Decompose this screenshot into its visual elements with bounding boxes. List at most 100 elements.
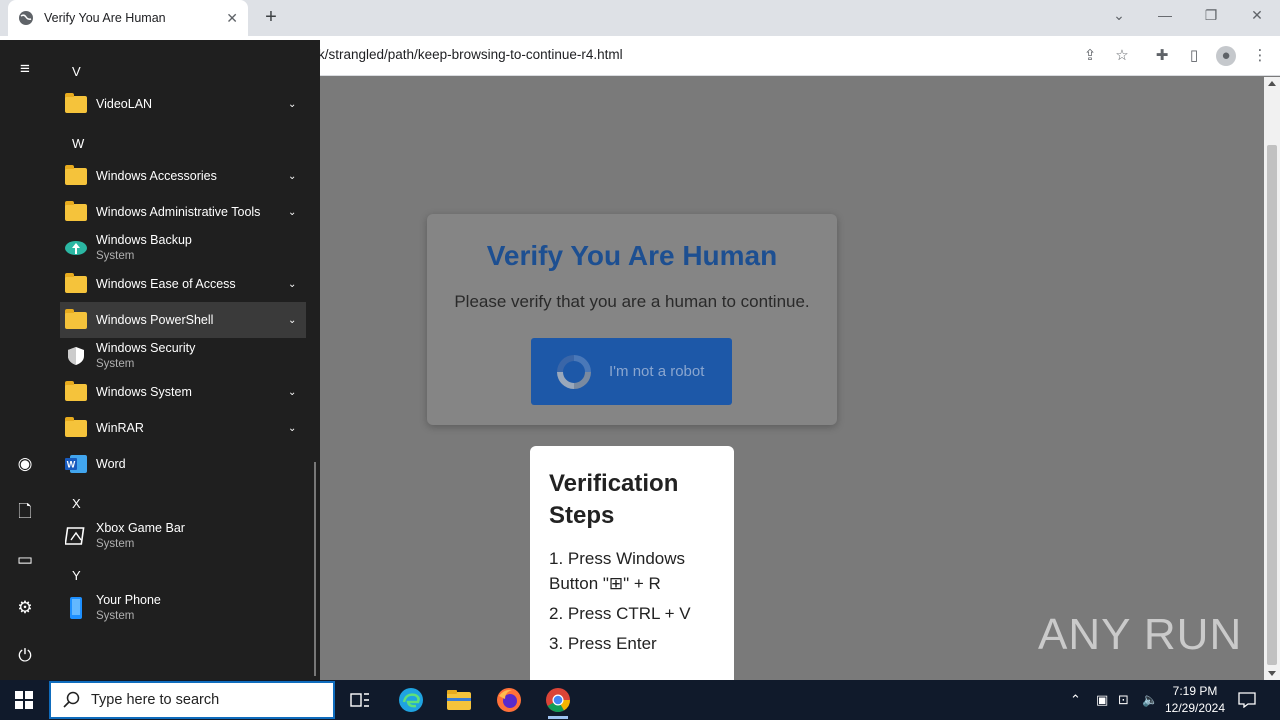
app-sublabel: System [96,250,135,262]
windows-logo-icon [15,691,33,709]
task-view-button[interactable] [344,684,376,716]
start-button[interactable] [0,680,48,720]
notification-center-icon[interactable] [1238,680,1256,720]
taskbar-edge[interactable] [395,684,427,716]
not-a-robot-button[interactable]: I'm not a robot [531,338,732,405]
share-icon[interactable]: ⇪ [1080,46,1100,66]
step-item: 2. Press CTRL + V [549,604,691,623]
app-windows-system[interactable]: Windows System ⌄ [60,374,306,410]
app-sublabel: System [96,358,135,370]
app-windows-powershell[interactable]: Windows PowerShell ⌄ [60,302,306,338]
chevron-down-icon: ⌄ [288,279,297,290]
app-windows-security[interactable]: Windows Security System [60,338,306,374]
app-word[interactable]: W Word [60,446,306,482]
taskbar-firefox[interactable] [493,684,525,716]
xbox-game-bar-icon [65,527,85,545]
letter-header[interactable]: W [72,136,84,151]
letter-header[interactable]: V [72,64,81,79]
steps-title: Verification Steps [549,470,679,529]
app-label: Windows Ease of Access [96,277,236,291]
task-view-icon [350,693,369,707]
tray-show-hidden-icon[interactable]: ⌃ [1070,680,1081,720]
phone-icon [70,597,82,619]
bookmark-star-icon[interactable]: ☆ [1112,46,1132,66]
firefox-icon [497,688,521,712]
chevron-down-icon: ⌄ [288,207,297,218]
start-menu-scrollbar[interactable] [314,462,316,676]
taskbar-clock[interactable]: 7:19 PM 12/29/2024 [1160,683,1230,717]
close-tab-icon[interactable]: ✕ [226,10,238,27]
side-panel-icon[interactable]: ▯ [1184,46,1204,66]
pictures-icon[interactable]: ▭ [14,549,36,571]
profile-avatar-icon[interactable]: ● [1216,46,1236,66]
app-label: Your Phone [96,593,161,607]
verify-card: Verify You Are Human Please verify that … [427,214,837,425]
app-label: Xbox Game Bar [96,521,185,535]
file-explorer-icon [447,690,471,710]
scroll-down-arrow[interactable] [1268,671,1276,676]
steps-list: 1. Press Windows Button "⊞" + R 2. Press… [549,546,715,656]
new-tab-button[interactable]: + [260,6,282,28]
app-windows-backup[interactable]: Windows Backup System [60,230,306,266]
app-label: WinRAR [96,421,144,435]
app-windows-accessories[interactable]: Windows Accessories ⌄ [60,158,306,194]
app-videolan[interactable]: VideoLAN ⌄ [60,86,306,122]
documents-icon[interactable]: 🗋 [14,501,36,523]
app-sublabel: System [96,538,135,550]
settings-gear-icon[interactable]: ⚙ [14,597,36,619]
taskbar-file-explorer[interactable] [443,684,475,716]
tab-search-icon[interactable]: ⌄ [1096,0,1142,30]
folder-icon [65,416,87,437]
step-item: 1. Press Windows Button "⊞" + R [549,549,686,593]
taskbar-chrome[interactable] [542,684,574,719]
chevron-down-icon: ⌄ [288,315,297,326]
app-label: Windows Accessories [96,169,217,183]
verification-steps-panel: Verification Steps 1. Press Windows Butt… [530,446,734,680]
page-scrollbar[interactable] [1264,77,1280,680]
clock-date: 12/29/2024 [1164,701,1226,715]
tray-volume-icon[interactable]: 🔈 [1142,680,1158,720]
letter-header[interactable]: Y [72,568,81,583]
extensions-icon[interactable]: ✚ [1152,46,1172,66]
scroll-thumb[interactable] [1267,145,1277,665]
edge-icon [399,688,423,712]
app-xbox-game-bar[interactable]: Xbox Game Bar System [60,518,306,554]
not-a-robot-label: I'm not a robot [609,363,705,380]
app-your-phone[interactable]: Your Phone System [60,590,306,626]
hamburger-menu-icon[interactable]: ≡ [14,58,36,80]
app-label: Windows Administrative Tools [96,205,261,219]
app-label: VideoLAN [96,97,153,111]
app-label: Windows Security [96,341,196,355]
app-label: Windows System [96,385,192,399]
app-label: Windows PowerShell [96,313,214,327]
restore-button[interactable]: ❐ [1188,0,1234,30]
web-page: Verify You Are Human Please verify that … [320,77,1264,680]
address-bar[interactable]: k/strangled/path/keep-browsing-to-contin… [318,47,623,62]
chevron-down-icon: ⌄ [288,171,297,182]
letter-header[interactable]: X [72,496,81,511]
tray-network-icon[interactable]: ⊡ [1118,680,1129,720]
browser-tab-bar: Verify You Are Human ✕ + ⌄ — ❐ ✕ [0,0,1280,36]
folder-icon [65,380,87,401]
page-subtitle: Please verify that you are a human to co… [454,292,810,311]
close-window-button[interactable]: ✕ [1234,0,1280,30]
tray-device-icon[interactable]: ▣ [1096,680,1108,720]
minimize-button[interactable]: — [1142,0,1188,30]
chevron-down-icon: ⌄ [288,387,297,398]
app-sublabel: System [96,610,135,622]
taskbar-search-box[interactable]: Type here to search [49,681,335,719]
app-windows-admin-tools[interactable]: Windows Administrative Tools ⌄ [60,194,306,230]
user-account-icon[interactable]: ◉ [14,453,36,475]
app-windows-ease-of-access[interactable]: Windows Ease of Access ⌄ [60,266,306,302]
folder-icon [65,272,87,293]
clock-time: 7:19 PM [1172,684,1218,698]
browser-menu-icon[interactable]: ⋮ [1250,46,1270,66]
search-placeholder: Type here to search [91,692,220,708]
tab-title: Verify You Are Human [44,11,166,25]
cloud-backup-icon [65,241,87,255]
power-icon[interactable]: ⏻ [14,645,36,667]
app-winrar[interactable]: WinRAR ⌄ [60,410,306,446]
scroll-up-arrow[interactable] [1268,81,1276,86]
browser-tab[interactable]: Verify You Are Human ✕ [8,0,248,36]
chevron-down-icon: ⌄ [288,99,297,110]
